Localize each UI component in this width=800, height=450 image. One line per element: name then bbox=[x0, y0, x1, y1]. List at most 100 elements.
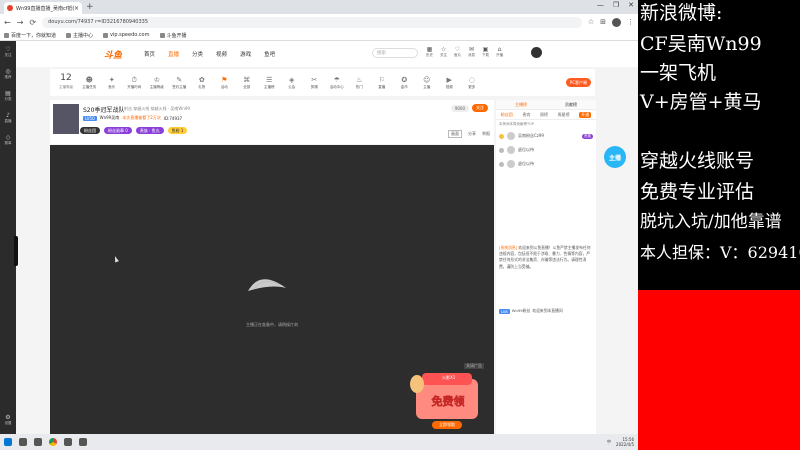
anchor-avatar[interactable] bbox=[53, 104, 79, 134]
share-button[interactable]: 分享 bbox=[468, 131, 476, 137]
toolbar-item[interactable]: ✦ 鱼乐 bbox=[101, 76, 124, 90]
site-logo[interactable]: 斗鱼 bbox=[104, 48, 122, 61]
menu-dots-icon[interactable]: ⋮ bbox=[627, 18, 634, 26]
bookmark-item[interactable]: 百度一下，你就知道 bbox=[4, 32, 56, 39]
report-button[interactable]: 举报 bbox=[482, 131, 490, 137]
menu-item-game[interactable]: 游戏 bbox=[240, 50, 251, 58]
tab-weekly-star[interactable]: 周星榜 bbox=[558, 112, 570, 118]
room-category[interactable]: 射击 穿越火线 穿越火线 · 吴南Wn99 bbox=[124, 106, 190, 112]
maximize-button[interactable]: ❐ bbox=[613, 1, 619, 9]
list-item[interactable]: 虚位以待 bbox=[496, 143, 596, 157]
toolbar-item-label: 全部 bbox=[243, 84, 251, 89]
sidebar-collapse-handle[interactable] bbox=[14, 236, 18, 266]
minimize-button[interactable]: — bbox=[597, 1, 604, 9]
menu-item-category[interactable]: 分类 bbox=[192, 50, 203, 58]
picture-mode-button[interactable]: 画面 bbox=[448, 130, 462, 138]
chrome-icon[interactable] bbox=[49, 438, 57, 446]
fish-fan-pill[interactable]: 鱼粉 1 bbox=[167, 127, 188, 134]
follow-button[interactable]: 关注 bbox=[472, 104, 488, 112]
toolbar-item[interactable]: ✎ 签约主播 bbox=[168, 76, 191, 90]
browser-actions: ☆ ⊞ ⋮ bbox=[588, 17, 634, 27]
sidebar-item-follow[interactable]: ♡ 关注 bbox=[0, 41, 16, 63]
fan-badge-pill[interactable]: 粉丝勋章 0 bbox=[104, 127, 132, 134]
follow-list-button[interactable]: ☆ 关注 bbox=[440, 46, 447, 58]
toolbar-item[interactable]: ⌘ 全部 bbox=[236, 76, 259, 90]
browser-tab[interactable]: Wn99直播直播_吴南cf抵御直播 - 斗... × bbox=[4, 2, 82, 14]
toolbar-item[interactable]: ☻ 主播任务 bbox=[78, 76, 101, 90]
tab-contribution-rank[interactable]: 贡献榜 bbox=[565, 102, 577, 108]
extensions-icon[interactable]: ⊞ bbox=[600, 18, 606, 26]
list-item[interactable]: 吴南粉丝Cz99 贵族 bbox=[496, 129, 596, 143]
toolbar-item[interactable]: ♔ 主播等级 bbox=[146, 76, 169, 90]
url-text: douyu.com/74937 r=ID3216780940335 bbox=[48, 19, 149, 25]
toolbar-item[interactable]: ☺ 主播 bbox=[416, 76, 439, 90]
bookmark-item[interactable]: vip.speedo.com bbox=[103, 32, 150, 38]
video-player[interactable]: 主播正在准备中，请稍候片刻 关闭广告 火影X1 免费领 立即领取 bbox=[50, 145, 494, 434]
search-icon[interactable] bbox=[19, 438, 27, 446]
tab-weekly[interactable]: 周榜 bbox=[540, 112, 548, 118]
list-item[interactable]: 虚位以待 bbox=[496, 157, 596, 171]
sidebar-item-category[interactable]: ▤ 分类 bbox=[0, 85, 16, 107]
toolbar-item[interactable]: ⚑ 活动 bbox=[213, 76, 236, 90]
tab-close-icon[interactable]: × bbox=[74, 5, 79, 12]
menu-item-yuba[interactable]: 鱼吧 bbox=[264, 50, 275, 58]
forward-button[interactable]: → bbox=[17, 18, 24, 27]
windows-start-icon[interactable] bbox=[4, 438, 12, 446]
toolbar-item[interactable]: ◌ 更多 bbox=[461, 76, 484, 90]
toolbar-item[interactable]: ✪ 金币 bbox=[393, 76, 416, 90]
history-button[interactable]: ▦ 历史 bbox=[426, 46, 433, 58]
back-button[interactable]: ← bbox=[4, 18, 11, 27]
menu-item-live[interactable]: 直播 bbox=[168, 50, 179, 58]
app-icon[interactable] bbox=[64, 438, 72, 446]
start-stream-button[interactable]: ⌂ 开播 bbox=[496, 46, 503, 58]
menu-item-home[interactable]: 首页 bbox=[144, 50, 155, 58]
download-button[interactable]: ▣ 下载 bbox=[482, 46, 489, 58]
ime-indicator[interactable]: 中 bbox=[607, 439, 611, 445]
overlay-line: 穿越火线账号 bbox=[640, 150, 755, 172]
tab-fan-club[interactable]: 粉丝团 bbox=[501, 112, 513, 118]
fan-pills-row: 粉丝团 粉丝勋章 0 贵族 · 鱼丸 鱼粉 1 bbox=[80, 127, 188, 134]
toolbar-item[interactable]: ☰ 主播榜 bbox=[258, 76, 281, 90]
noble-pill[interactable]: 贵族 · 鱼丸 bbox=[135, 127, 164, 134]
chat-user[interactable]: Wn99粉丝 bbox=[512, 308, 531, 314]
toolbar-item[interactable]: ⏱ 开播时间 bbox=[123, 76, 146, 90]
url-bar[interactable]: douyu.com/74937 r=ID3216780940335 bbox=[42, 16, 582, 28]
site-search-input[interactable]: 搜索 bbox=[372, 48, 418, 58]
bookmark-star-icon[interactable]: ☆ bbox=[588, 18, 594, 26]
sidebar-item-recommend[interactable]: ◎ 推荐 bbox=[0, 63, 16, 85]
user-avatar[interactable] bbox=[531, 47, 542, 58]
header-icons: ▦ 历史 ☆ 关注 ♡ 鱼丸 ✉ 消息 ▣ 下载 ⌂ 开播 bbox=[426, 46, 503, 58]
profile-avatar[interactable] bbox=[612, 17, 621, 27]
new-tab-button[interactable]: + bbox=[86, 2, 94, 12]
toolbar-item[interactable]: ♨ 热门 bbox=[348, 76, 371, 90]
toolbar-item[interactable]: ⚐ 直播 bbox=[371, 76, 394, 90]
bookmark-item[interactable]: 斗鱼开播 bbox=[159, 32, 187, 39]
fishball-button[interactable]: ♡ 鱼丸 bbox=[454, 46, 461, 58]
toolbar-item[interactable]: ☂ 活动中心 bbox=[326, 76, 349, 90]
open-fan-club-button[interactable]: 开通 bbox=[579, 111, 592, 118]
sidebar-item-settings[interactable]: ⚙ 设置 bbox=[0, 409, 16, 431]
tab-vip[interactable]: 贵宾 bbox=[522, 112, 530, 118]
messages-button[interactable]: ✉ 消息 bbox=[468, 46, 475, 58]
fan-club-pill[interactable]: 粉丝团 bbox=[80, 127, 100, 134]
anchor-name[interactable]: Wn99吴南 bbox=[100, 115, 120, 121]
toolbar-item[interactable]: ◈ 公会 bbox=[281, 76, 304, 90]
bookmark-item[interactable]: 主播中心 bbox=[66, 32, 93, 39]
clock[interactable]: 15:56 2022/4/5 bbox=[616, 437, 634, 447]
side-promo-button[interactable]: 主播 bbox=[604, 146, 626, 168]
app-icon[interactable] bbox=[79, 438, 87, 446]
sidebar-item-events[interactable]: ◇ 赛事 bbox=[0, 129, 16, 151]
menu-item-video[interactable]: 视频 bbox=[216, 50, 227, 58]
sidebar-item-live[interactable]: ♪ 直播 bbox=[0, 107, 16, 129]
reload-button[interactable]: ⟳ bbox=[29, 18, 36, 27]
toolbar-item[interactable]: ▶ 视频 bbox=[438, 76, 461, 90]
promo-claim-button[interactable]: 立即领取 bbox=[432, 421, 462, 429]
free-gift-promo[interactable]: 火影X1 免费领 立即领取 bbox=[410, 369, 484, 431]
tab-anchor-rank[interactable]: 主播榜 bbox=[515, 102, 527, 108]
toolbar-item[interactable]: ✂ 剪辑 bbox=[303, 76, 326, 90]
toolbar-item[interactable]: ✿ 礼物 bbox=[191, 76, 214, 90]
bookmark-icon bbox=[159, 32, 165, 38]
pc-client-button[interactable]: PC客户端 bbox=[565, 78, 591, 87]
task-view-icon[interactable] bbox=[34, 438, 42, 446]
close-window-button[interactable]: ✕ bbox=[628, 1, 634, 9]
